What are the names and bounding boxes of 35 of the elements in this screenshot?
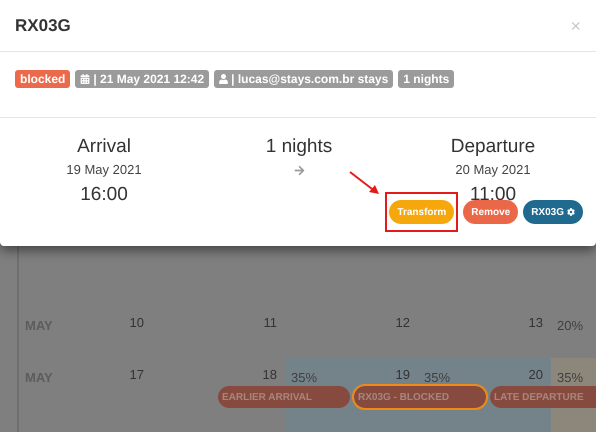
column-heading: Departure [450,135,536,159]
tag: blocked [15,70,70,88]
day-number: 13 [528,314,543,332]
tag-text: | lucas@stays.com.br stays [231,71,388,88]
user-icon [219,74,228,84]
event-bar[interactable]: LATE DEPARTURE [490,386,596,408]
rate-text: 35% [291,369,318,387]
time-text: 16:00 [80,183,128,207]
rate-text: 35% [557,369,584,387]
event-bar[interactable]: RX03G - BLOCKED [354,386,486,408]
tag: 1 nights [398,70,454,88]
column-heading: 1 nights [266,135,332,159]
settings-icon [567,208,575,216]
day-number: 19 [396,366,410,384]
day-number: 10 [130,314,144,332]
pointer-arrow-icon [348,170,382,196]
close-button[interactable]: × [570,16,581,34]
day-number: 17 [130,366,144,384]
listing-button[interactable]: RX03G [523,200,583,224]
tag-text: | 21 May 2021 12:42 [93,71,204,88]
rate-text: 20% [557,317,584,335]
day-number: 18 [262,366,277,384]
rate-text: 35% [424,369,450,387]
transform-button[interactable]: Transform [389,200,454,224]
calendar-icon [80,74,90,84]
date-text: 20 May 2021 [455,161,531,179]
day-number: 11 [264,314,277,332]
column-heading: Arrival [77,135,131,159]
day-number: 20 [528,366,543,384]
modal-title: RX03G [15,14,71,37]
event-bar[interactable]: EARLIER ARRIVAL [218,386,350,408]
arrow-right-icon [294,165,304,176]
remove-button[interactable]: Remove [463,200,518,224]
date-text: 19 May 2021 [66,161,142,179]
day-number: 12 [396,314,410,332]
